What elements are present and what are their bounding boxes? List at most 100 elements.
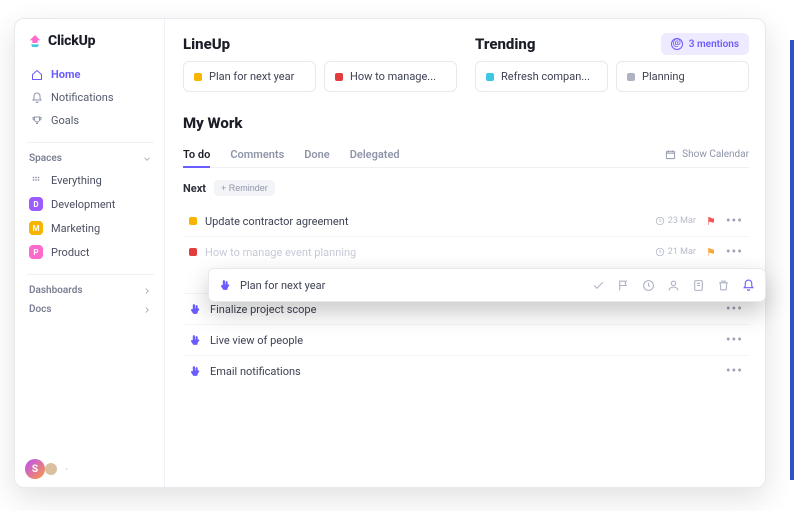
more-icon[interactable]: ••• bbox=[726, 363, 743, 379]
pointing-hand-icon bbox=[189, 334, 202, 347]
space-label: Marketing bbox=[51, 222, 100, 235]
mentions-label: 3 mentions bbox=[689, 39, 739, 50]
task-label: Update contractor agreement bbox=[205, 215, 348, 228]
pointing-hand-icon bbox=[189, 303, 202, 316]
home-icon bbox=[31, 69, 43, 81]
pointing-hand-icon bbox=[189, 365, 202, 378]
task-row[interactable]: Email notifications ••• bbox=[183, 355, 749, 386]
space-badge: P bbox=[29, 245, 43, 259]
my-work-tabs: To do Comments Done Delegated Show Calen… bbox=[183, 142, 749, 168]
trophy-icon bbox=[31, 115, 43, 127]
user-avatar-stack[interactable]: · bbox=[25, 459, 68, 479]
toolbar-actions bbox=[592, 279, 755, 292]
at-icon bbox=[671, 38, 683, 50]
card-label: Planning bbox=[642, 70, 685, 83]
status-square bbox=[486, 73, 494, 81]
flag-icon[interactable] bbox=[617, 279, 630, 292]
flag-icon[interactable]: ⚑ bbox=[706, 246, 716, 259]
status-square bbox=[189, 248, 197, 256]
space-badge: M bbox=[29, 221, 43, 235]
logo-mark-icon bbox=[27, 33, 43, 49]
bell-icon[interactable] bbox=[742, 279, 755, 292]
pointing-hand-icon bbox=[219, 279, 232, 292]
decorative-accent-bar bbox=[790, 40, 794, 480]
move-icon[interactable] bbox=[692, 279, 705, 292]
task-label: Live view of people bbox=[210, 334, 303, 347]
space-label: Development bbox=[51, 198, 115, 211]
lineup-card[interactable]: How to manage... bbox=[324, 61, 457, 92]
lineup-heading: LineUp bbox=[183, 35, 457, 53]
space-badge: D bbox=[29, 197, 43, 211]
sidebar: ClickUp Home Notifications Goals Spaces bbox=[15, 19, 165, 487]
app-name: ClickUp bbox=[48, 33, 95, 49]
card-label: How to manage... bbox=[350, 70, 436, 83]
nav-home[interactable]: Home bbox=[27, 63, 154, 86]
add-user-icon[interactable]: · bbox=[65, 462, 68, 476]
tab-delegated[interactable]: Delegated bbox=[350, 142, 400, 167]
space-everything[interactable]: Everything bbox=[27, 168, 154, 192]
status-square bbox=[189, 217, 197, 225]
section-label: Dashboards bbox=[29, 285, 83, 296]
task-due-date: 23 Mar bbox=[655, 216, 696, 226]
nav-label: Goals bbox=[51, 114, 79, 127]
app-window: ClickUp Home Notifications Goals Spaces bbox=[14, 18, 766, 488]
card-label: Plan for next year bbox=[209, 70, 294, 83]
task-row[interactable]: Live view of people ••• bbox=[183, 324, 749, 355]
nav-notifications[interactable]: Notifications bbox=[27, 86, 154, 109]
app-logo[interactable]: ClickUp bbox=[27, 33, 154, 49]
calendar-icon bbox=[665, 149, 676, 160]
grid-icon bbox=[29, 173, 43, 187]
avatar bbox=[43, 461, 59, 477]
user-icon[interactable] bbox=[667, 279, 680, 292]
more-icon[interactable]: ••• bbox=[726, 244, 743, 260]
nav-label: Home bbox=[51, 68, 80, 81]
float-task-label: Plan for next year bbox=[240, 279, 325, 292]
main-panel: 3 mentions LineUp Plan for next year How… bbox=[165, 19, 765, 487]
my-work-heading: My Work bbox=[183, 114, 749, 132]
chevron-right-icon bbox=[142, 305, 152, 315]
lineup-section: LineUp Plan for next year How to manage.… bbox=[183, 35, 457, 92]
clock-icon[interactable] bbox=[642, 279, 655, 292]
tab-comments[interactable]: Comments bbox=[230, 142, 284, 167]
space-label: Product bbox=[51, 246, 89, 259]
space-development[interactable]: D Development bbox=[27, 192, 154, 216]
more-icon[interactable]: ••• bbox=[726, 213, 743, 229]
nav-label: Notifications bbox=[51, 91, 114, 104]
check-icon[interactable] bbox=[592, 279, 605, 292]
space-label: Everything bbox=[51, 174, 102, 187]
more-icon[interactable]: ••• bbox=[726, 301, 743, 317]
show-calendar-button[interactable]: Show Calendar bbox=[665, 149, 749, 160]
task-label: Finalize project scope bbox=[210, 303, 316, 316]
trash-icon[interactable] bbox=[717, 279, 730, 292]
bell-icon bbox=[31, 92, 43, 104]
section-label: Spaces bbox=[29, 153, 62, 164]
chevron-down-icon bbox=[142, 154, 152, 164]
add-reminder-button[interactable]: + Reminder bbox=[214, 180, 275, 196]
more-icon[interactable]: ••• bbox=[726, 332, 743, 348]
status-square bbox=[627, 73, 635, 81]
mentions-pill[interactable]: 3 mentions bbox=[661, 33, 749, 55]
tab-todo[interactable]: To do bbox=[183, 142, 210, 167]
status-square bbox=[335, 73, 343, 81]
section-label: Docs bbox=[29, 304, 52, 315]
trending-card[interactable]: Refresh compan... bbox=[475, 61, 608, 92]
task-label: Email notifications bbox=[210, 365, 301, 378]
task-due-date: 21 Mar bbox=[655, 247, 696, 257]
space-marketing[interactable]: M Marketing bbox=[27, 216, 154, 240]
nav-goals[interactable]: Goals bbox=[27, 109, 154, 132]
dashboards-header[interactable]: Dashboards bbox=[27, 274, 154, 300]
task-row[interactable]: How to manage event planning 21 Mar ⚑ ••… bbox=[183, 236, 749, 267]
tab-done[interactable]: Done bbox=[304, 142, 329, 167]
docs-header[interactable]: Docs bbox=[27, 300, 154, 319]
my-work-section: My Work To do Comments Done Delegated Sh… bbox=[183, 114, 749, 386]
chevron-right-icon bbox=[142, 286, 152, 296]
space-product[interactable]: P Product bbox=[27, 240, 154, 264]
trending-card[interactable]: Planning bbox=[616, 61, 749, 92]
card-label: Refresh compan... bbox=[501, 70, 590, 83]
avatar bbox=[25, 459, 45, 479]
flag-icon[interactable]: ⚑ bbox=[706, 215, 716, 228]
lineup-card[interactable]: Plan for next year bbox=[183, 61, 316, 92]
task-row[interactable]: Update contractor agreement 23 Mar ⚑ ••• bbox=[183, 206, 749, 236]
task-hover-toolbar[interactable]: Plan for next year bbox=[208, 268, 766, 302]
spaces-header[interactable]: Spaces bbox=[27, 142, 154, 168]
